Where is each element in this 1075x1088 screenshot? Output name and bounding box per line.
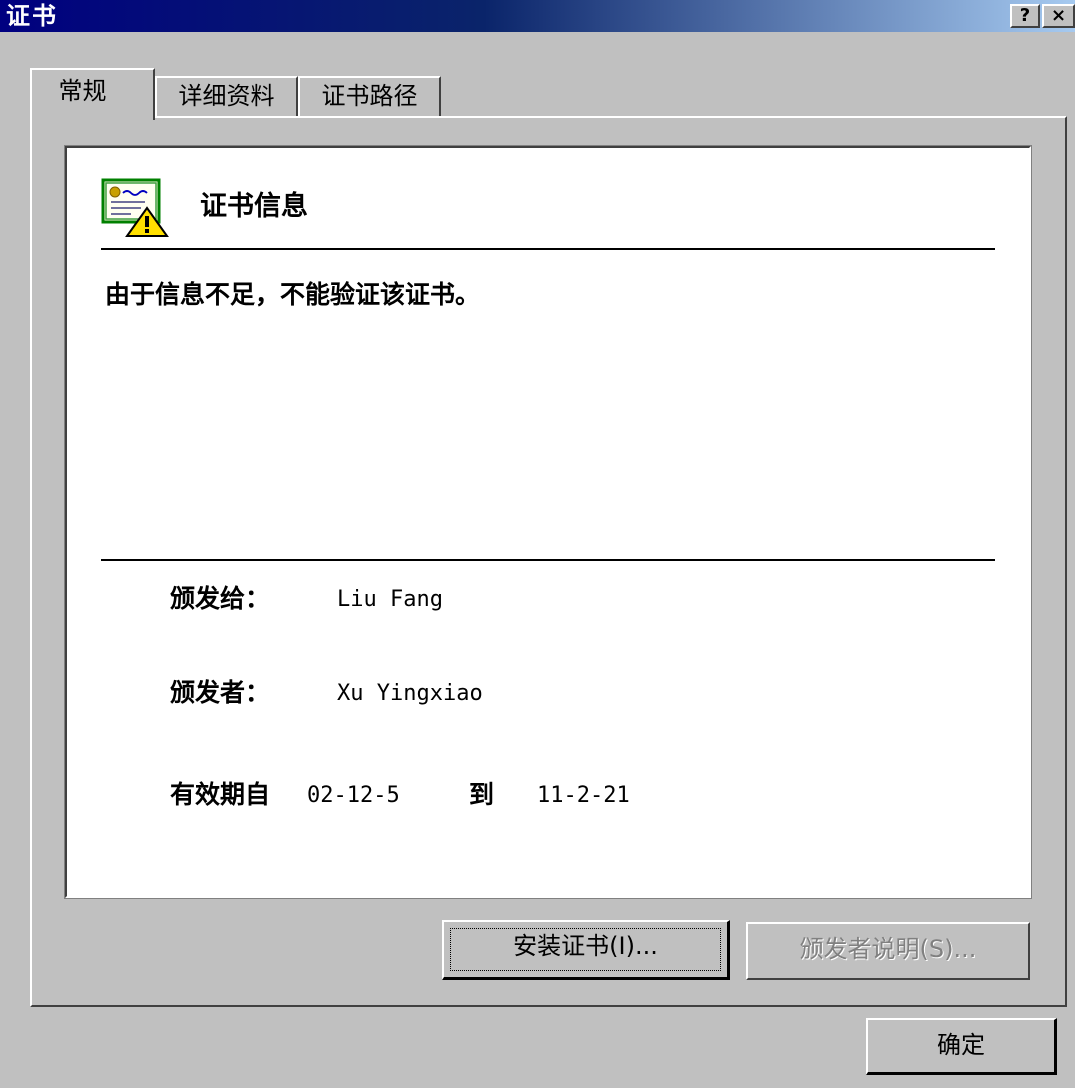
help-icon: ? bbox=[1019, 5, 1031, 26]
issuer-statement-label: 颁发者说明(S)... bbox=[799, 935, 977, 963]
focus-rectangle bbox=[450, 928, 721, 971]
title-bar[interactable]: 证书 ? × bbox=[0, 0, 1075, 32]
tab-details[interactable]: 详细资料 bbox=[155, 76, 298, 116]
install-certificate-button[interactable]: 安装证书(I)... bbox=[442, 920, 730, 980]
ok-label: 确定 bbox=[937, 1031, 985, 1059]
tab-general-label: 常规 bbox=[58, 77, 107, 105]
issued-by-label: 颁发者： bbox=[170, 678, 271, 707]
close-button[interactable]: × bbox=[1042, 4, 1075, 28]
info-message: 由于信息不足，不能验证该证书。 bbox=[105, 280, 481, 309]
help-button[interactable]: ? bbox=[1010, 4, 1040, 28]
info-title: 证书信息 bbox=[200, 191, 308, 222]
tab-join bbox=[32, 114, 153, 120]
issued-by-value: Xu Yingxiao bbox=[337, 681, 483, 706]
ok-button[interactable]: 确定 bbox=[866, 1018, 1057, 1075]
valid-to-label: 到 bbox=[469, 780, 495, 809]
divider-top bbox=[101, 248, 995, 250]
tab-details-label: 详细资料 bbox=[178, 82, 275, 110]
valid-from-value: 02-12-5 bbox=[307, 783, 400, 808]
tab-general[interactable]: 常规 bbox=[30, 68, 155, 120]
divider-bottom bbox=[101, 559, 995, 561]
window-title: 证书 bbox=[6, 2, 58, 30]
certificate-dialog: 证书 ? × 常规 详细资料 证书路径 证书信息 由于信息不足，不能验证该证书。… bbox=[0, 0, 1075, 1088]
issued-to-label: 颁发给： bbox=[170, 584, 271, 613]
issuer-statement-button[interactable]: 颁发者说明(S)... bbox=[746, 922, 1030, 980]
valid-from-label: 有效期自 bbox=[170, 780, 271, 809]
close-icon: × bbox=[1050, 5, 1067, 26]
tab-certification-path[interactable]: 证书路径 bbox=[298, 76, 441, 116]
tab-path-label: 证书路径 bbox=[321, 82, 418, 110]
issued-to-value: Liu Fang bbox=[337, 587, 443, 612]
valid-to-value: 11-2-21 bbox=[537, 783, 630, 808]
certificate-warning-icon bbox=[101, 178, 169, 237]
